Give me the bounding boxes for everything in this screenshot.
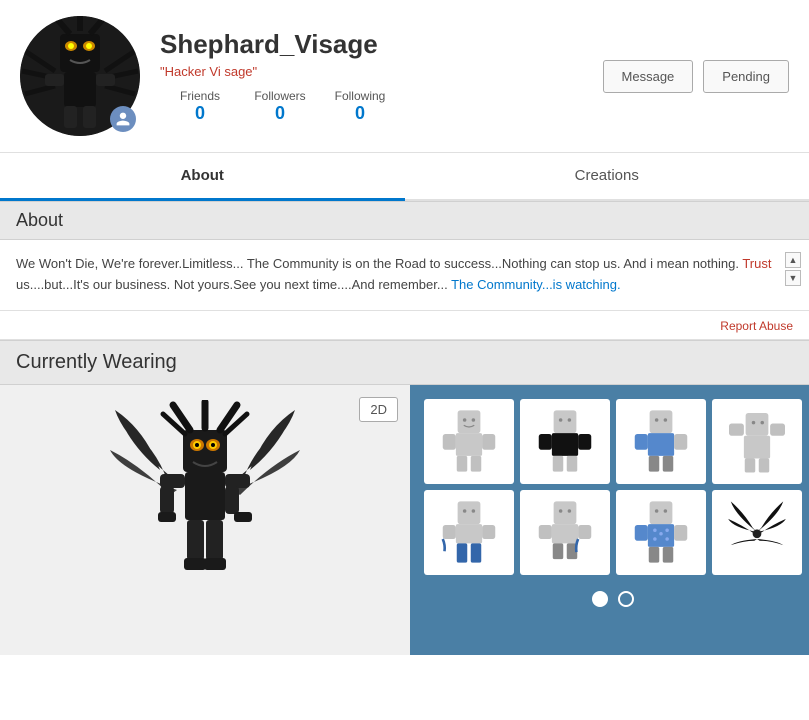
profile-info: Shephard_Visage "Hacker Vi sage" Friends… [160, 29, 603, 124]
friends-count: 0 [195, 103, 205, 124]
tab-creations[interactable]: Creations [405, 153, 809, 201]
following-count: 0 [355, 103, 365, 124]
wearing-section: 2D [0, 385, 809, 655]
item-6[interactable] [520, 490, 610, 575]
wearing-preview: 2D [0, 385, 410, 655]
community-link[interactable]: The Community...is watching. [451, 277, 621, 292]
report-abuse-bar: Report Abuse [0, 311, 809, 340]
friends-stat: Friends 0 [160, 89, 240, 124]
item-4[interactable] [712, 399, 802, 484]
page-dot-2[interactable] [618, 591, 634, 607]
profile-actions: Message Pending [603, 60, 789, 93]
alias: "Hacker Vi sage" [160, 64, 603, 79]
about-text-part1: We Won't Die, We're forever.Limitless...… [16, 256, 742, 271]
character-area [95, 410, 315, 630]
pagination [424, 581, 802, 617]
page-dot-1[interactable] [592, 591, 608, 607]
following-stat: Following 0 [320, 89, 400, 124]
avatar-badge [110, 106, 136, 132]
item-7[interactable] [616, 490, 706, 575]
about-text-wrap: We Won't Die, We're forever.Limitless...… [0, 240, 809, 311]
wearing-grid [410, 385, 809, 655]
user-icon [115, 111, 131, 127]
item-3[interactable] [616, 399, 706, 484]
about-text: We Won't Die, We're forever.Limitless...… [16, 254, 793, 296]
character-svg [105, 400, 305, 640]
item-8[interactable] [712, 490, 802, 575]
stats-row: Friends 0 Followers 0 Following 0 [160, 89, 603, 124]
username: Shephard_Visage [160, 29, 603, 60]
scroll-arrows: ▲ ▼ [785, 252, 801, 286]
profile-header: Shephard_Visage "Hacker Vi sage" Friends… [0, 0, 809, 153]
followers-stat: Followers 0 [240, 89, 320, 124]
scroll-up[interactable]: ▲ [785, 252, 801, 268]
grid-row-1 [424, 399, 802, 484]
item-5[interactable] [424, 490, 514, 575]
item-2[interactable] [520, 399, 610, 484]
about-header: About [0, 201, 809, 240]
trust-link[interactable]: Trust [742, 256, 771, 271]
about-text-part2: us....but...It's our business. Not yours… [16, 277, 451, 292]
friends-label: Friends [180, 89, 220, 103]
item-1[interactable] [424, 399, 514, 484]
following-label: Following [335, 89, 386, 103]
followers-label: Followers [254, 89, 305, 103]
tabs: About Creations [0, 153, 809, 201]
avatar-wrap [20, 16, 140, 136]
scroll-down[interactable]: ▼ [785, 270, 801, 286]
tab-about[interactable]: About [0, 153, 405, 201]
currently-wearing-header: Currently Wearing [0, 340, 809, 385]
btn-2d[interactable]: 2D [359, 397, 398, 422]
report-abuse-link[interactable]: Report Abuse [720, 319, 793, 333]
message-button[interactable]: Message [603, 60, 694, 93]
grid-row-2 [424, 490, 802, 575]
pending-button[interactable]: Pending [703, 60, 789, 93]
followers-count: 0 [275, 103, 285, 124]
